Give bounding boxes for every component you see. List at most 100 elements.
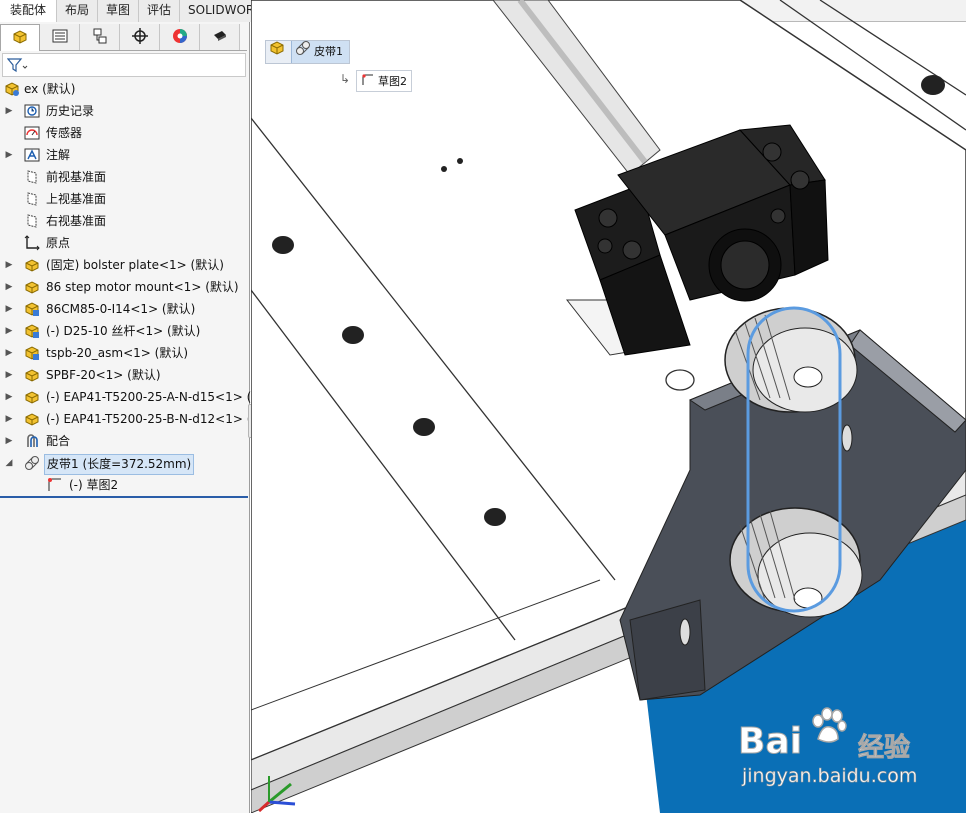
tree-item[interactable]: ▶ 86CM85-0-I14<1> (默认): [0, 298, 248, 320]
tree-item[interactable]: ◢ 皮带1 (长度=372.52mm): [0, 452, 248, 475]
expand-arrow-icon[interactable]: ▶: [4, 298, 14, 320]
breadcrumb-child-arrow-icon: ↳: [340, 72, 351, 86]
tree-item[interactable]: ▶ (固定) bolster plate<1> (默认): [0, 254, 248, 276]
breadcrumb-sketch-label: 草图2: [378, 75, 407, 88]
panel-tab-dimxpert-manager[interactable]: [120, 24, 160, 50]
tree-item[interactable]: 右视基准面: [0, 210, 248, 232]
expand-arrow-icon[interactable]: ▶: [4, 320, 14, 342]
panel-tab-cam-manager[interactable]: [200, 24, 240, 50]
watermark-logo: Bai: [737, 721, 803, 763]
panel-tab-display-manager[interactable]: [160, 24, 200, 50]
breadcrumb-assembly[interactable]: [266, 41, 291, 63]
tree-item-label: ex (默认): [24, 82, 76, 96]
plane-icon: [24, 213, 40, 229]
plane-icon: [24, 169, 40, 185]
tree-item-label: SPBF-20<1> (默认): [46, 368, 161, 382]
tree-item[interactable]: ▶ (-) EAP41-T5200-25-B-N-d12<1> (: [0, 408, 252, 430]
expand-arrow-icon[interactable]: ▶: [4, 342, 14, 364]
panel-tab-featuremanager-tree[interactable]: [0, 24, 40, 51]
mates-icon: [24, 433, 40, 449]
tree-divider: [0, 496, 248, 498]
tree-item[interactable]: ▶ SPBF-20<1> (默认): [0, 364, 248, 386]
expand-arrow-icon[interactable]: ▶: [4, 430, 14, 452]
subassembly-icon: [24, 301, 40, 317]
feature-tree: ex (默认) ▶ 历史记录 传感器 ▶ 注解 前视基准面 上视基准面 右视基准面 原点 ▶ (固定)…: [0, 78, 252, 496]
tree-item-label: (-) 草图2: [69, 478, 119, 492]
belt-chain-icon: [295, 40, 311, 64]
tree-item-label: 86 step motor mount<1> (默认): [46, 280, 239, 294]
tree-item-label: 86CM85-0-I14<1> (默认): [46, 302, 196, 316]
configuration-manager-icon: [91, 27, 109, 48]
tree-item[interactable]: 上视基准面: [0, 188, 248, 210]
assembly-icon: [4, 81, 20, 97]
expand-arrow-icon[interactable]: ▶: [4, 276, 14, 298]
plane-icon: [24, 191, 40, 207]
breadcrumb-sketch[interactable]: 草图2: [356, 70, 412, 92]
command-tab[interactable]: 装配体: [0, 0, 57, 23]
tree-root-assembly[interactable]: ex (默认): [0, 78, 248, 100]
dimxpert-manager-icon: [131, 27, 149, 48]
assembly-icon: [269, 40, 285, 64]
belt-chain-icon: [24, 455, 40, 471]
cam-manager-icon: [211, 27, 229, 48]
tree-item[interactable]: ▶ 配合: [0, 430, 248, 452]
part-icon: [24, 279, 40, 295]
filter-icon[interactable]: [6, 57, 29, 76]
command-tab[interactable]: 评估: [139, 0, 181, 22]
graphics-area[interactable]: [251, 0, 966, 813]
tree-item[interactable]: ▶ 历史记录: [0, 100, 248, 122]
command-tab[interactable]: 布局: [57, 0, 99, 22]
tree-item[interactable]: ▶ 注解: [0, 144, 248, 166]
tree-item[interactable]: ▶ 86 step motor mount<1> (默认): [0, 276, 248, 298]
tree-item-label: (固定) bolster plate<1> (默认): [46, 258, 224, 272]
tree-item-label: 注解: [46, 148, 71, 162]
tree-item[interactable]: ▶ (-) D25-10 丝杆<1> (默认): [0, 320, 248, 342]
tree-item-sketch[interactable]: (-) 草图2: [0, 474, 248, 496]
triad-z-axis: [268, 800, 296, 806]
origin-icon: [24, 235, 40, 251]
sketch-icon: [47, 477, 63, 493]
watermark-url: jingyan.baidu.com: [742, 765, 918, 788]
tree-item-label: 右视基准面: [46, 214, 107, 228]
expand-arrow-icon[interactable]: ▶: [4, 386, 14, 408]
triad-y-axis: [268, 782, 292, 804]
paw-icon: [812, 707, 847, 743]
sensor-icon: [24, 125, 40, 141]
expand-arrow-icon[interactable]: ▶: [4, 364, 14, 386]
tree-item[interactable]: ▶ tspb-20_asm<1> (默认): [0, 342, 248, 364]
tree-item-label: 前视基准面: [46, 170, 107, 184]
watermark-logo-cn: 经验: [858, 733, 911, 764]
filter-bar[interactable]: [2, 53, 246, 77]
subassembly-icon: [24, 323, 40, 339]
part-icon: [24, 411, 40, 427]
panel-tab-property-manager[interactable]: [40, 24, 80, 50]
tree-item-label: (-) EAP41-T5200-25-B-N-d12<1> (: [46, 412, 252, 426]
history-icon: [24, 103, 40, 119]
tree-item[interactable]: ▶ (-) EAP41-T5200-25-A-N-d15<1> (: [0, 386, 252, 408]
tree-item[interactable]: 传感器: [0, 122, 248, 144]
tree-item-label: tspb-20_asm<1> (默认): [46, 346, 189, 360]
expand-arrow-icon[interactable]: ▶: [4, 100, 14, 122]
tree-item[interactable]: 原点: [0, 232, 248, 254]
expand-arrow-icon[interactable]: ▶: [4, 408, 14, 430]
sketch-icon: [361, 73, 375, 90]
expand-arrow-icon[interactable]: ▶: [4, 144, 14, 166]
part-icon: [24, 389, 40, 405]
panel-tab-configuration-manager[interactable]: [80, 24, 120, 50]
tree-item[interactable]: 前视基准面: [0, 166, 248, 188]
triad-x-axis: [257, 800, 271, 813]
tree-item-label: 原点: [46, 236, 71, 250]
command-tab[interactable]: 草图: [98, 0, 140, 22]
collapse-arrow-icon[interactable]: ◢: [4, 452, 14, 474]
tree-item-label: 历史记录: [46, 104, 95, 118]
cad-model-view: [251, 0, 966, 813]
annotation-icon: [24, 147, 40, 163]
baidu-watermark: Bai 经验 jingyan.baidu.com: [737, 707, 963, 807]
property-manager-icon: [51, 27, 69, 48]
breadcrumb-belt[interactable]: 皮带1: [291, 41, 349, 63]
feature-manager-panel: ex (默认) ▶ 历史记录 传感器 ▶ 注解 前视基准面 上视基准面 右视基准面 原点 ▶ (固定)…: [0, 22, 252, 813]
expand-arrow-icon[interactable]: ▶: [4, 254, 14, 276]
tree-item-label: 上视基准面: [46, 192, 107, 206]
part-icon: [24, 367, 40, 383]
featuremanager-tree-icon: [11, 28, 29, 49]
